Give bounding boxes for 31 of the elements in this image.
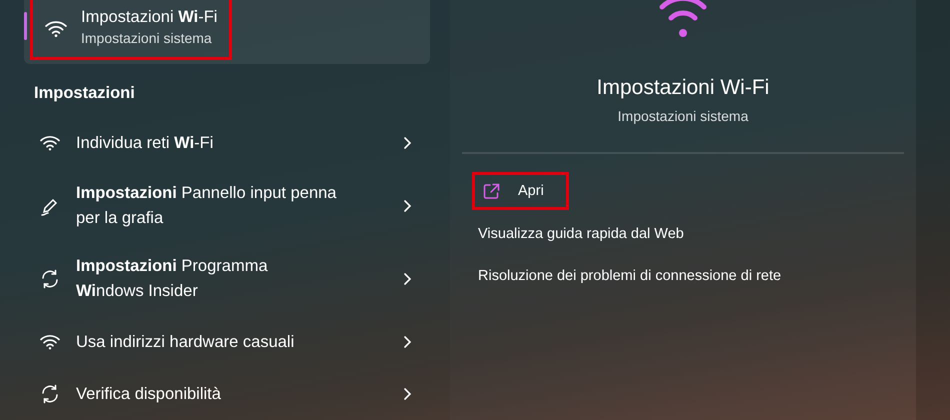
detail-title: Impostazioni Wi-Fi bbox=[596, 76, 770, 100]
result-title: Impostazioni Wi-Fi bbox=[81, 6, 218, 28]
action-link[interactable]: Risoluzione dei problemi di connessione di rete bbox=[478, 268, 904, 284]
chevron-icon bbox=[402, 198, 412, 213]
open-link[interactable]: Apri bbox=[472, 172, 569, 210]
result-subtitle: Impostazioni sistema bbox=[81, 28, 213, 48]
selection-indicator bbox=[24, 12, 27, 40]
chevron-icon bbox=[402, 136, 412, 150]
chevron-icon bbox=[402, 387, 412, 401]
section-heading: Impostazioni bbox=[34, 84, 136, 104]
action-link[interactable]: Visualizza guida rapida dal Web bbox=[478, 226, 904, 242]
wifi-icon bbox=[45, 20, 67, 38]
external-link-icon bbox=[483, 182, 500, 200]
top-result[interactable]: Impostazioni Wi-Fi Impostazioni sistema bbox=[24, 0, 430, 64]
wifi-icon bbox=[40, 135, 60, 152]
search-result[interactable]: Usa indirizzi hardware casuali bbox=[24, 316, 430, 368]
refresh-icon bbox=[40, 269, 60, 290]
search-result[interactable]: Verifica disponibilità bbox=[24, 368, 430, 420]
result-title: Usa indirizzi hardware casuali bbox=[76, 332, 296, 352]
wifi-icon bbox=[40, 334, 60, 350]
result-title: Impostazioni Pannello input penna per la grafia bbox=[76, 182, 338, 229]
search-result[interactable]: Impostazioni Programma Windows Insider bbox=[24, 242, 430, 316]
chevron-icon bbox=[402, 272, 412, 286]
search-result[interactable]: Impostazioni Pannello input penna per la grafia bbox=[24, 169, 430, 243]
result-title: Impostazioni Programma Windows Insider bbox=[76, 256, 269, 302]
result-title: Individua reti Wi-Fi bbox=[76, 132, 214, 154]
chevron-icon bbox=[402, 335, 412, 349]
result-title: Verifica disponibilità bbox=[76, 384, 222, 404]
detail-subtitle: Impostazioni sistema bbox=[616, 108, 750, 124]
refresh-icon bbox=[40, 384, 60, 404]
search-result[interactable]: Individua reti Wi-Fi bbox=[24, 117, 430, 170]
